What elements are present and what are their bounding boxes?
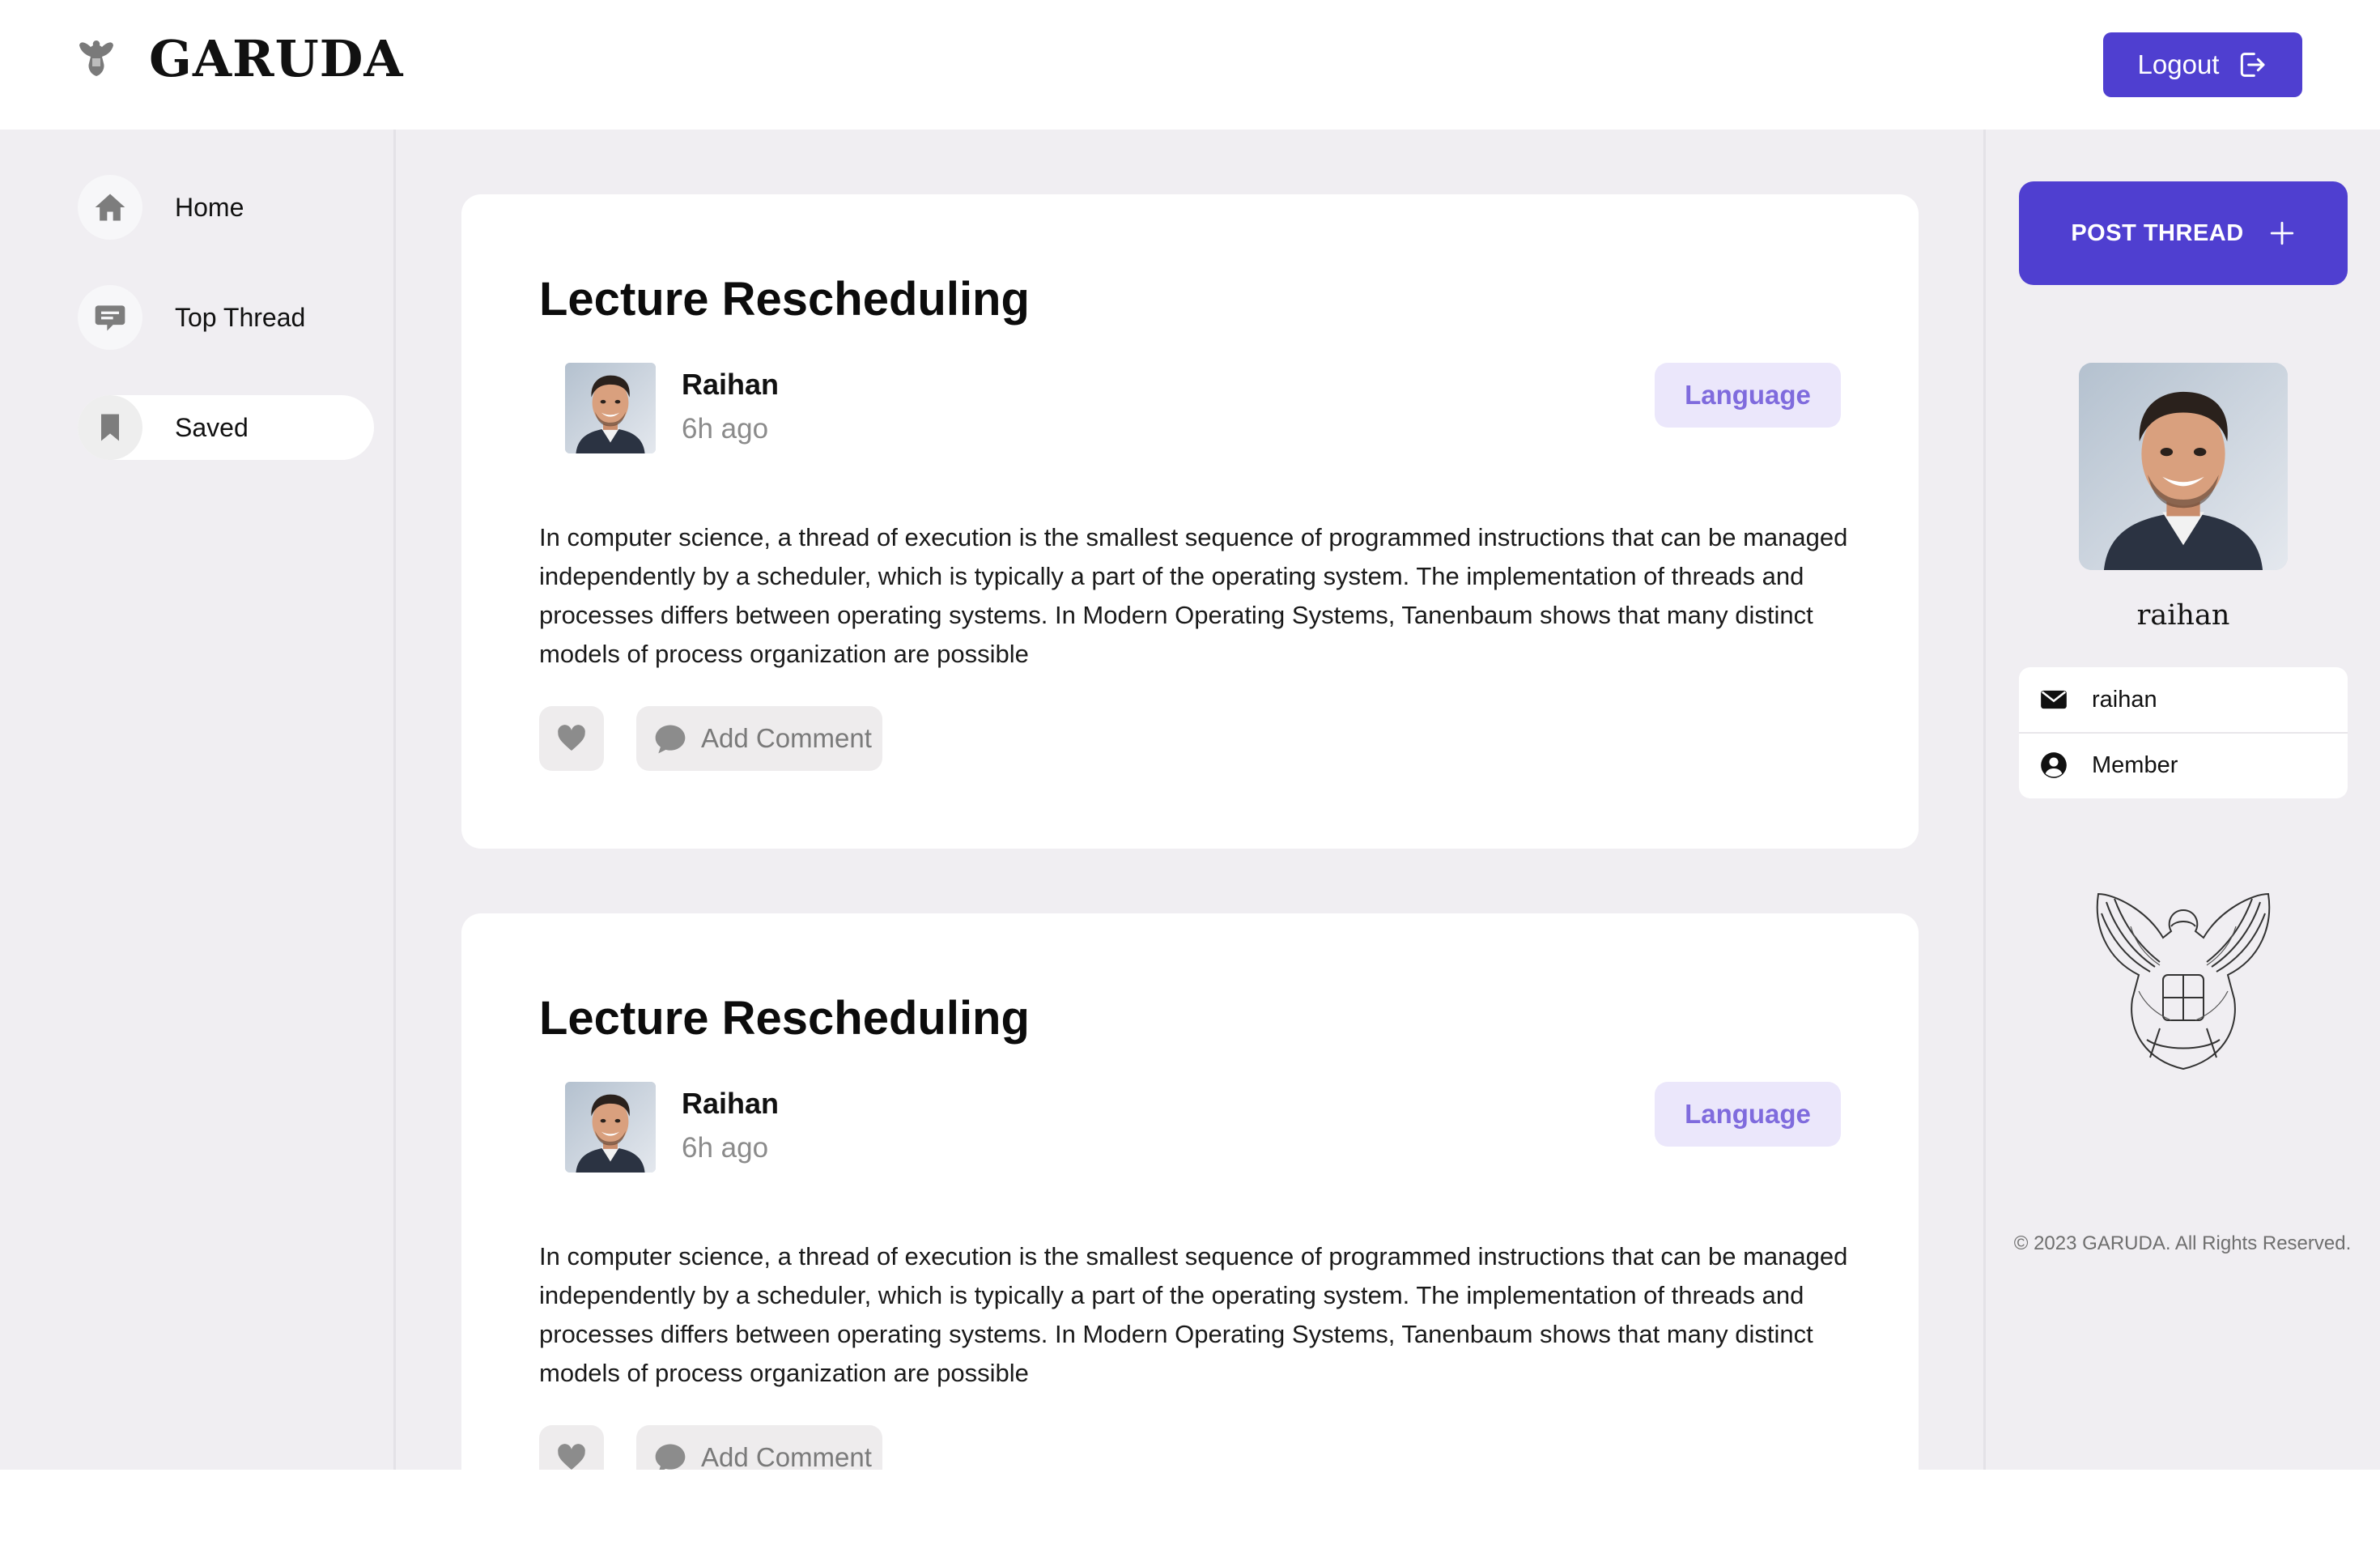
- email-value: raihan: [2092, 686, 2157, 713]
- email-row: raihan: [2019, 667, 2348, 732]
- sidebar-item-home[interactable]: Home: [78, 175, 374, 240]
- category-badge[interactable]: Language: [1655, 363, 1841, 428]
- role-value: Member: [2092, 751, 2178, 778]
- profile-name: raihan: [2136, 599, 2230, 632]
- author-avatar[interactable]: [565, 1082, 656, 1173]
- top-header: GARUDA Logout: [0, 0, 2380, 130]
- role-row: Member: [2019, 732, 2348, 797]
- thread-card: Lecture Rescheduling Raihan 6h ago Langu…: [461, 913, 1919, 1545]
- author-name[interactable]: Raihan: [682, 368, 779, 402]
- chat-icon: [78, 285, 142, 350]
- plus-icon: [2270, 221, 2293, 245]
- post-thread-button[interactable]: POST THREAD: [2019, 181, 2348, 285]
- sidebar-item-top-thread[interactable]: Top Thread: [78, 285, 374, 350]
- post-thread-label: POST THREAD: [2071, 219, 2244, 246]
- add-comment-label: Add Comment: [701, 723, 872, 753]
- post-time: 6h ago: [682, 413, 769, 445]
- user-circle-icon: [2041, 752, 2067, 778]
- logout-label: Logout: [2137, 49, 2220, 79]
- logout-button[interactable]: Logout: [2103, 32, 2302, 97]
- brand-title[interactable]: GARUDA: [149, 29, 404, 88]
- thread-card: Lecture Rescheduling Raihan 6h ago Langu…: [461, 194, 1919, 849]
- sidebar-item-label: Home: [175, 192, 244, 222]
- sidebar-item-saved[interactable]: Saved: [78, 395, 374, 460]
- author-name[interactable]: Raihan: [682, 1087, 779, 1121]
- home-icon: [78, 175, 142, 240]
- add-comment-button[interactable]: Add Comment: [636, 706, 882, 771]
- heart-icon: [558, 1444, 585, 1470]
- profile-avatar[interactable]: [2079, 363, 2288, 570]
- heart-icon: [558, 725, 585, 751]
- post-time: 6h ago: [682, 1132, 769, 1164]
- left-divider: [393, 130, 396, 1470]
- sidebar-item-label: Saved: [175, 412, 249, 442]
- thread-body: In computer science, a thread of executi…: [539, 523, 1848, 668]
- author-avatar[interactable]: [565, 363, 656, 453]
- copyright-footer: © 2023 GARUDA. All Rights Reserved.: [2013, 1232, 2352, 1254]
- garuda-emblem-icon: [2096, 892, 2271, 1070]
- comment-icon: [655, 725, 686, 754]
- right-divider: [1983, 130, 1986, 1470]
- bookmark-icon: [78, 395, 142, 460]
- profile-info-box: raihan Member: [2019, 667, 2348, 798]
- add-comment-label: Add Comment: [701, 1442, 872, 1472]
- like-button[interactable]: [539, 706, 604, 771]
- garuda-logo-icon: [79, 40, 113, 76]
- category-badge[interactable]: Language: [1655, 1082, 1841, 1147]
- mail-icon: [2041, 690, 2067, 709]
- viewport-bottom: [0, 1470, 2380, 1490]
- thread-title[interactable]: Lecture Rescheduling: [539, 272, 1030, 326]
- thread-title[interactable]: Lecture Rescheduling: [539, 991, 1030, 1045]
- logout-icon: [2241, 53, 2265, 77]
- sidebar-item-label: Top Thread: [175, 302, 306, 332]
- thread-body: In computer science, a thread of executi…: [539, 1242, 1848, 1387]
